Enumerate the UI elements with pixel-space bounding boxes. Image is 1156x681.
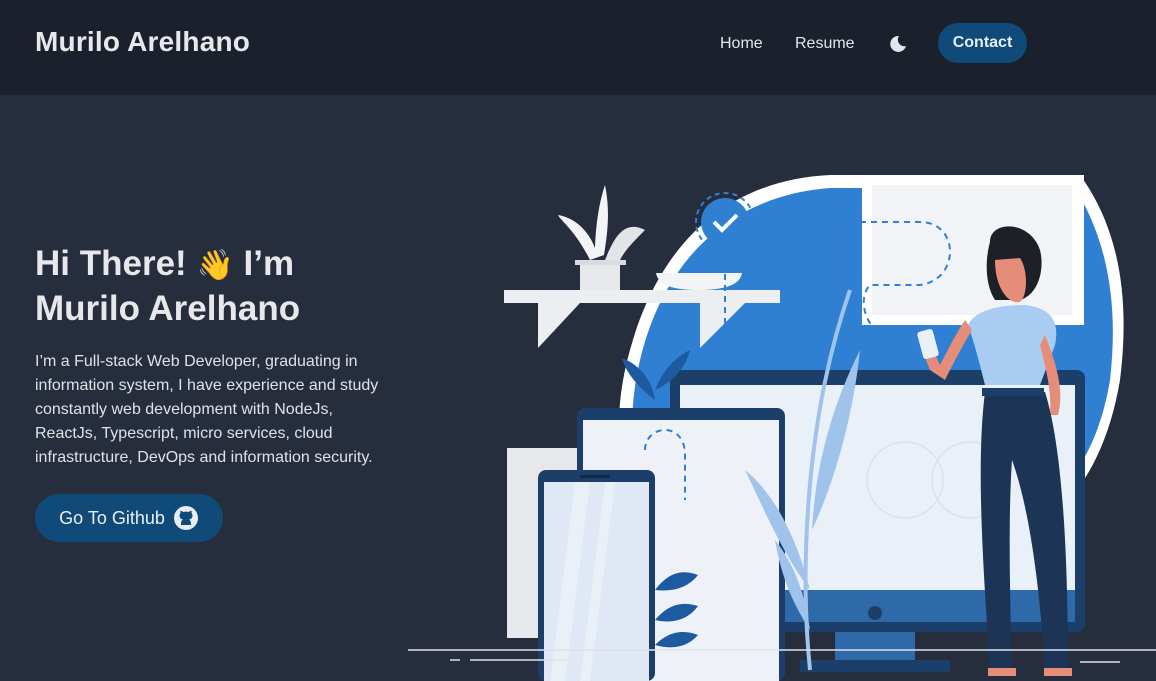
nav-link-resume[interactable]: Resume [795, 35, 855, 53]
hero-name: Murilo Arelhano [35, 289, 301, 328]
navbar: Murilo Arelhano Home Resume Contact [0, 0, 1156, 95]
contact-button[interactable]: Contact [938, 23, 1027, 63]
developer-illustration [408, 175, 1156, 681]
hero-title: Hi There! 👋 I’m Murilo Arelhano [35, 242, 435, 330]
waving-hand-emoji: 👋 [196, 249, 234, 282]
hero-description: I’m a Full-stack Web Developer, graduati… [35, 353, 379, 466]
github-button-label: Go To Github [59, 507, 165, 528]
check-badge-icon [701, 198, 749, 246]
shelf [504, 290, 780, 303]
hero-im: I’m [243, 244, 295, 283]
nav-link-home[interactable]: Home [720, 35, 763, 53]
theme-toggle-button[interactable] [884, 31, 912, 57]
github-icon [173, 506, 198, 530]
hero-greeting: Hi There! [35, 244, 187, 283]
github-button[interactable]: Go To Github [35, 494, 223, 542]
moon-icon [890, 35, 906, 52]
brand-logo[interactable]: Murilo Arelhano [35, 26, 250, 58]
